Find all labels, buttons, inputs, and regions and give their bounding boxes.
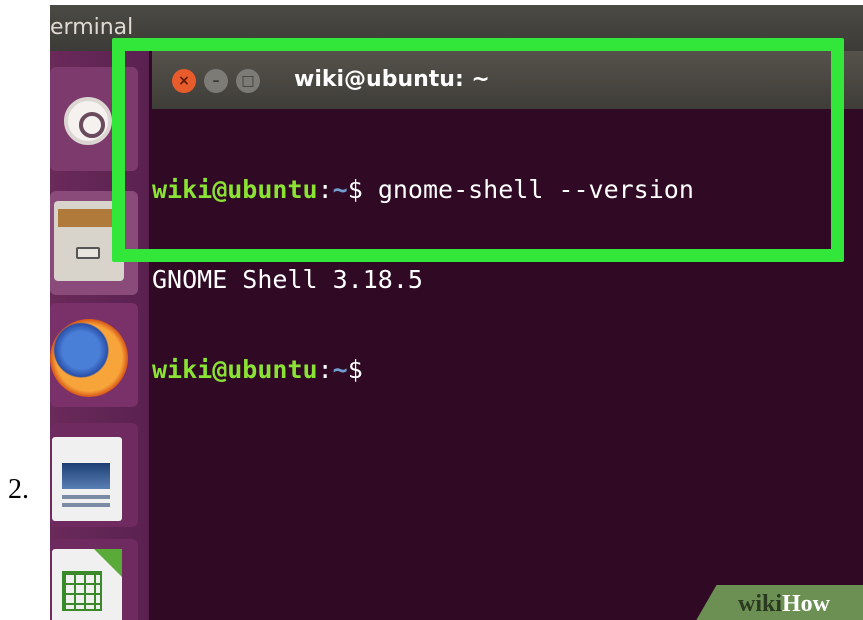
prompt-user: wiki@ubuntu	[152, 355, 318, 384]
prompt-separator: :	[317, 355, 333, 384]
watermark-part2: How	[782, 591, 831, 617]
writer-document-icon	[52, 437, 122, 521]
terminal-line: wiki@ubuntu:~$	[152, 355, 863, 385]
highlight-box	[112, 38, 844, 262]
prompt-path: ~	[332, 355, 348, 384]
terminal-line: GNOME Shell 3.18.5	[152, 265, 863, 295]
app-title: erminal	[50, 15, 134, 40]
spreadsheet-icon	[52, 549, 122, 620]
firefox-icon	[50, 319, 128, 397]
ubuntu-logo-icon	[64, 97, 112, 145]
command-output: GNOME Shell 3.18.5	[152, 265, 423, 294]
step-number: 2.	[8, 474, 29, 505]
prompt-symbol: $	[347, 355, 363, 384]
launcher-item-calc[interactable]	[50, 539, 138, 620]
launcher-item-writer[interactable]	[50, 423, 138, 527]
watermark-logo: wikiHow	[738, 591, 830, 618]
watermark-part1: wiki	[738, 591, 783, 617]
launcher-item-firefox[interactable]	[50, 303, 138, 407]
